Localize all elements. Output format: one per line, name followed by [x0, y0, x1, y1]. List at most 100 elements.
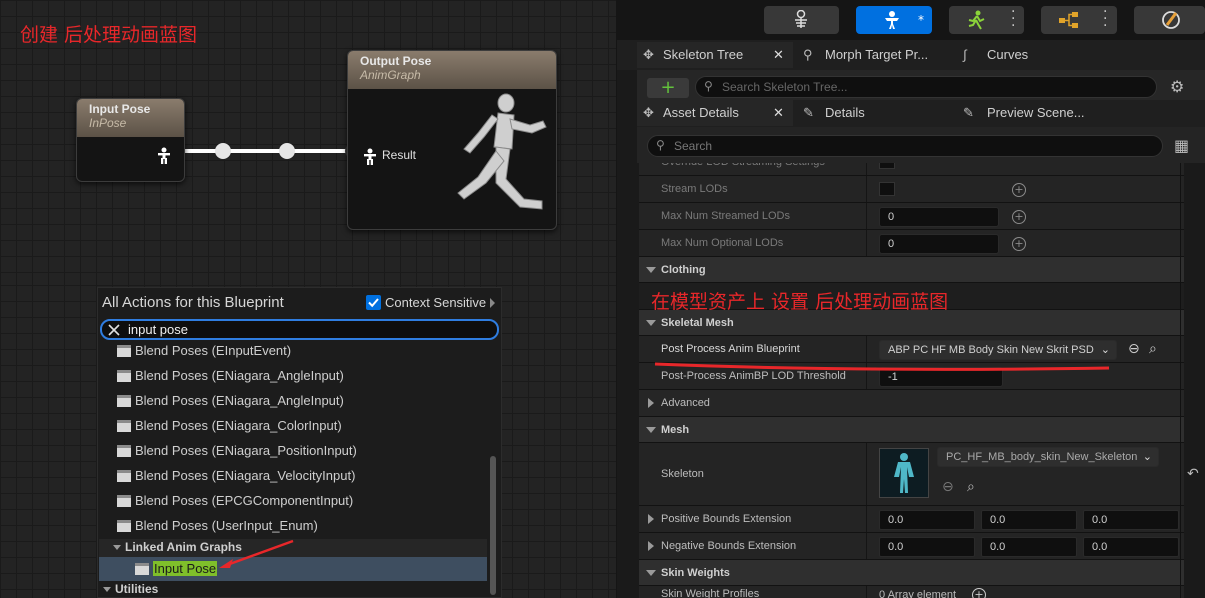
annotation-set-post-process: 在模型资产上 设置 后处理动画蓝图	[651, 291, 949, 313]
bounds-y-field[interactable]: 0.0	[981, 510, 1077, 530]
asset-details-icon: ✥	[643, 105, 654, 120]
search-placeholder: Search	[674, 139, 713, 153]
collapse-arrow-icon	[646, 320, 656, 326]
skeleton-asset-icon	[894, 453, 914, 493]
tab-label: Skeleton Tree	[663, 47, 744, 62]
expand-arrow-icon	[648, 514, 654, 524]
property-row: Skin Weight Profiles 0 Array element +	[639, 586, 1184, 598]
tab-preview-scene[interactable]: ✎ Preview Scene...	[963, 100, 1085, 126]
add-override-icon[interactable]: +	[1012, 210, 1026, 224]
node-subtitle: AnimGraph	[360, 68, 421, 82]
tab-curves[interactable]: ∫ Curves	[963, 42, 1028, 68]
list-item[interactable]: Blend Poses (EPCGComponentInput)	[117, 489, 353, 513]
function-icon	[117, 395, 131, 407]
pose-pin-icon[interactable]	[156, 147, 172, 165]
list-item[interactable]: Blend Poses (ENiagara_VelocityInput)	[117, 464, 355, 488]
close-icon[interactable]: ✕	[773, 100, 784, 126]
details-search-input[interactable]: ⚲ Search	[647, 135, 1163, 157]
dropdown-value: PC_HF_MB_body_skin_New_Skeleton	[946, 451, 1138, 463]
list-item[interactable]: Blend Poses (ENiagara_PositionInput)	[117, 439, 357, 463]
use-selected-icon[interactable]: ⊖	[1128, 341, 1140, 357]
skeleton-mode-button[interactable]	[764, 6, 839, 34]
property-row: Max Num Streamed LODs 0 +	[639, 203, 1184, 230]
reset-arrow-icon[interactable]: ↶	[1187, 466, 1199, 482]
action-search-input[interactable]: input pose	[100, 319, 499, 340]
skeleton-thumbnail[interactable]	[879, 448, 929, 498]
tab-skeleton-tree[interactable]: ✥ Skeleton Tree ✕	[637, 42, 793, 68]
property-row: Override LOD Streaming Settings	[639, 163, 1184, 176]
input-pose-node[interactable]: Input Pose InPose	[76, 98, 185, 182]
property-list: Override LOD Streaming Settings Stream L…	[617, 163, 1205, 598]
result-pin-icon[interactable]	[362, 148, 378, 166]
list-item[interactable]: Blend Poses (ENiagara_AngleInput)	[117, 389, 344, 413]
blueprint-mode-button[interactable]: · · ·	[1041, 5, 1117, 34]
category-mesh[interactable]: Mesh	[639, 417, 1184, 443]
wire-reroute-node[interactable]	[215, 143, 231, 159]
post-process-blueprint-dropdown[interactable]: ABP PC HF MB Body Skin New Skrit PSD ⌄	[879, 340, 1117, 360]
list-item[interactable]: Blend Poses (ENiagara_AngleInput)	[117, 364, 344, 388]
chevron-down-icon: ⌄	[1142, 451, 1152, 463]
settings-gear-icon[interactable]: ⚙	[1170, 77, 1184, 96]
property-label: Skeleton	[661, 468, 704, 480]
stream-lods-checkbox[interactable]	[879, 182, 895, 196]
search-placeholder: Search Skeleton Tree...	[722, 80, 848, 94]
table-view-icon[interactable]: ▦	[1174, 136, 1189, 155]
use-selected-icon[interactable]: ⊖	[942, 479, 954, 495]
bounds-x-field[interactable]: 0.0	[879, 537, 975, 557]
add-icon[interactable]: +	[647, 78, 689, 98]
action-menu: All Actions for this Blueprint Context S…	[97, 287, 502, 598]
category-advanced[interactable]: Advanced	[639, 390, 1184, 417]
max-streamed-lods-field[interactable]: 0	[879, 207, 999, 227]
clear-search-icon[interactable]	[108, 324, 120, 336]
list-item[interactable]: Blend Poses (UserInput_Enum)	[117, 514, 318, 538]
browse-icon[interactable]: ⌕	[967, 479, 975, 495]
collapse-arrow-icon	[646, 427, 656, 433]
wire-reroute-node[interactable]	[279, 143, 295, 159]
max-optional-lods-field[interactable]: 0	[879, 234, 999, 254]
context-sensitive-label: Context Sensitive	[385, 295, 487, 310]
category-utilities[interactable]: Utilities	[99, 581, 487, 597]
bounds-x-field[interactable]: 0.0	[879, 510, 975, 530]
skeleton-search-input[interactable]: ⚲ Search Skeleton Tree...	[695, 76, 1157, 98]
action-list-scrollbar[interactable]	[490, 456, 496, 595]
output-pose-node[interactable]: Output Pose AnimGraph Result	[347, 50, 557, 230]
expand-arrow-icon[interactable]	[490, 298, 495, 308]
function-icon	[117, 445, 131, 457]
node-title: Output Pose	[360, 54, 432, 68]
category-clothing[interactable]: Clothing	[639, 257, 1184, 283]
property-label: Positive Bounds Extension	[661, 513, 792, 525]
function-icon	[117, 520, 131, 532]
tab-morph-target[interactable]: ⚲ Morph Target Pr...	[803, 42, 928, 68]
more-options-icon[interactable]: · · ·	[1011, 5, 1015, 33]
list-item[interactable]: Blend Poses (EInputEvent)	[117, 341, 291, 363]
add-override-icon[interactable]: +	[1012, 237, 1026, 251]
add-element-icon[interactable]: +	[972, 588, 986, 598]
animation-mode-button[interactable]: · · ·	[949, 5, 1024, 34]
property-label: Post Process Anim Blueprint	[661, 343, 800, 355]
bounds-z-field[interactable]: 0.0	[1083, 537, 1179, 557]
mesh-mode-button[interactable]: *	[856, 6, 932, 34]
pose-wire	[166, 143, 359, 159]
bounds-z-field[interactable]: 0.0	[1083, 510, 1179, 530]
function-icon	[117, 370, 131, 382]
physics-mode-button[interactable]	[1134, 6, 1205, 34]
close-icon[interactable]: ✕	[773, 42, 784, 68]
action-menu-title: All Actions for this Blueprint	[102, 294, 284, 311]
anim-graph-canvas[interactable]: 创建 后处理动画蓝图 Input Pose InPose Output Pose…	[0, 0, 616, 285]
tab-label: Curves	[987, 47, 1029, 62]
morph-target-icon: ⚲	[803, 47, 813, 62]
collapse-arrow-icon	[646, 267, 656, 273]
skeleton-dropdown[interactable]: PC_HF_MB_body_skin_New_Skeleton ⌄	[937, 447, 1159, 467]
expand-arrow-icon	[648, 398, 654, 408]
property-label: Max Num Optional LODs	[661, 237, 784, 249]
array-count: 0 Array element	[879, 589, 957, 598]
tab-details[interactable]: ✎ Details	[803, 100, 865, 126]
browse-icon[interactable]: ⌕	[1149, 341, 1157, 357]
checkbox[interactable]	[879, 163, 895, 169]
tab-asset-details[interactable]: ✥ Asset Details ✕	[637, 100, 793, 126]
list-item[interactable]: Blend Poses (ENiagara_ColorInput)	[117, 414, 342, 438]
bounds-y-field[interactable]: 0.0	[981, 537, 1077, 557]
add-override-icon[interactable]: +	[1012, 183, 1026, 197]
context-sensitive-checkbox[interactable]	[366, 295, 381, 310]
more-options-icon[interactable]: · · ·	[1103, 5, 1107, 33]
